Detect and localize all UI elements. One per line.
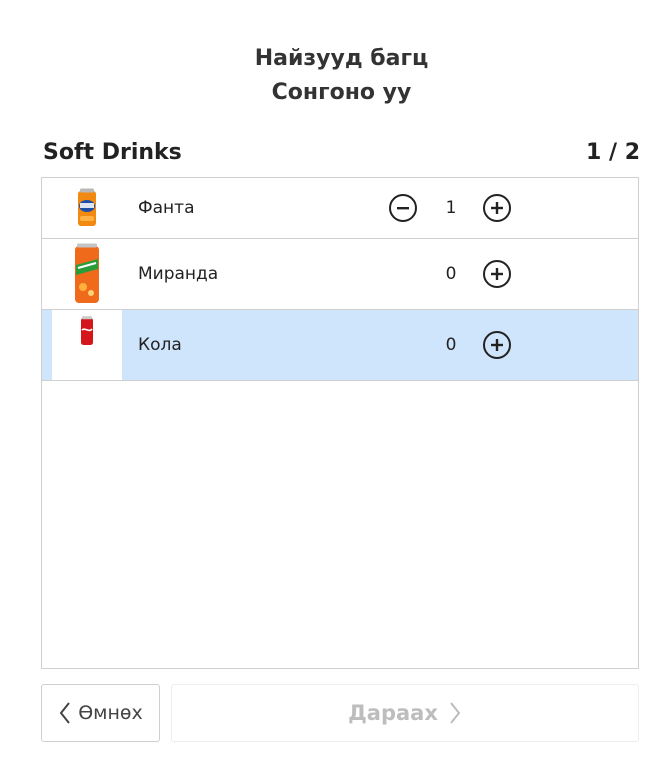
increase-quantity-button[interactable]	[483, 331, 511, 359]
cola-can-icon	[81, 316, 93, 345]
minus-icon	[397, 207, 409, 210]
plus-icon	[491, 202, 503, 214]
plus-icon	[491, 268, 503, 280]
quantity-value: 1	[445, 198, 457, 218]
plus-icon	[491, 339, 503, 351]
product-list: Фанта 1 Миранда 0 Кола 0	[41, 177, 639, 669]
category-name: Soft Drinks	[43, 139, 182, 165]
mirinda-can-icon	[75, 243, 99, 303]
product-name: Фанта	[138, 198, 195, 218]
next-button-label: Дараах	[348, 701, 438, 725]
product-name: Кола	[138, 335, 182, 355]
increase-quantity-button[interactable]	[483, 260, 511, 288]
page-title-line-2: Сонгоно уу	[271, 80, 412, 105]
back-button[interactable]: Өмнөх	[41, 684, 160, 742]
chevron-left-icon	[59, 702, 70, 724]
product-name: Миранда	[138, 264, 219, 284]
product-thumbnail	[52, 239, 122, 309]
list-item[interactable]: Миранда 0	[42, 239, 638, 310]
fanta-can-icon	[78, 188, 96, 226]
category-header: Soft Drinks 1 / 2	[43, 136, 640, 168]
list-item[interactable]: Фанта 1	[42, 178, 638, 239]
next-button[interactable]: Дараах	[171, 684, 639, 742]
page-indicator: 1 / 2	[586, 139, 640, 165]
chevron-right-icon	[450, 702, 461, 724]
quantity-value: 0	[445, 335, 457, 355]
product-thumbnail	[52, 178, 122, 238]
back-button-label: Өмнөх	[78, 702, 143, 724]
product-thumbnail	[52, 310, 122, 380]
increase-quantity-button[interactable]	[483, 194, 511, 222]
quantity-value: 0	[445, 264, 457, 284]
list-item[interactable]: Кола 0	[42, 310, 638, 381]
decrease-quantity-button[interactable]	[389, 194, 417, 222]
page-title: Найзууд багц Сонгоно уу	[0, 42, 671, 110]
page-title-line-1: Найзууд багц	[254, 46, 429, 71]
